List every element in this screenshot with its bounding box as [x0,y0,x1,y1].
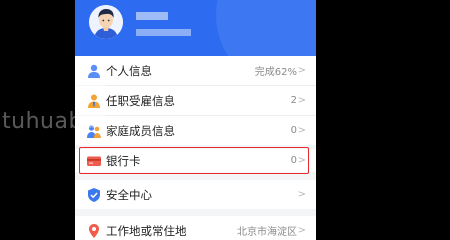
watermark: tuhuaba.com [2,109,153,134]
menu-label: 工作地或常住地 [106,223,187,238]
bank-card-highlight-box [79,147,309,174]
chevron-right-icon: > [297,189,306,200]
menu-value: 2 [290,95,297,106]
shield-icon [86,187,102,203]
menu-value: 0 [290,125,297,136]
user-name-masked [136,12,168,20]
menu-label: 安全中心 [106,187,152,202]
location-pin-icon [86,223,102,239]
profile-header [75,0,316,90]
menu-row-personal-info[interactable]: 个人信息 完成62% > [75,56,316,85]
avatar-icon [89,5,123,39]
chevron-right-icon: > [297,95,306,106]
chevron-right-icon: > [297,225,306,236]
chevron-right-icon: > [297,65,306,76]
menu-row-security-center[interactable]: 安全中心 > [75,180,316,209]
menu-value: 完成62% [254,67,297,78]
person-icon [86,63,102,79]
employer-icon [86,93,102,109]
avatar[interactable] [89,5,123,39]
chevron-right-icon: > [297,125,306,136]
menu-label: 个人信息 [106,63,152,78]
menu-value: 北京市海淀区 [237,227,297,238]
menu-row-work-residence[interactable]: 工作地或常住地 北京市海淀区 > [75,216,316,240]
user-phone-masked [136,29,191,36]
menu-label: 任职受雇信息 [106,93,175,108]
